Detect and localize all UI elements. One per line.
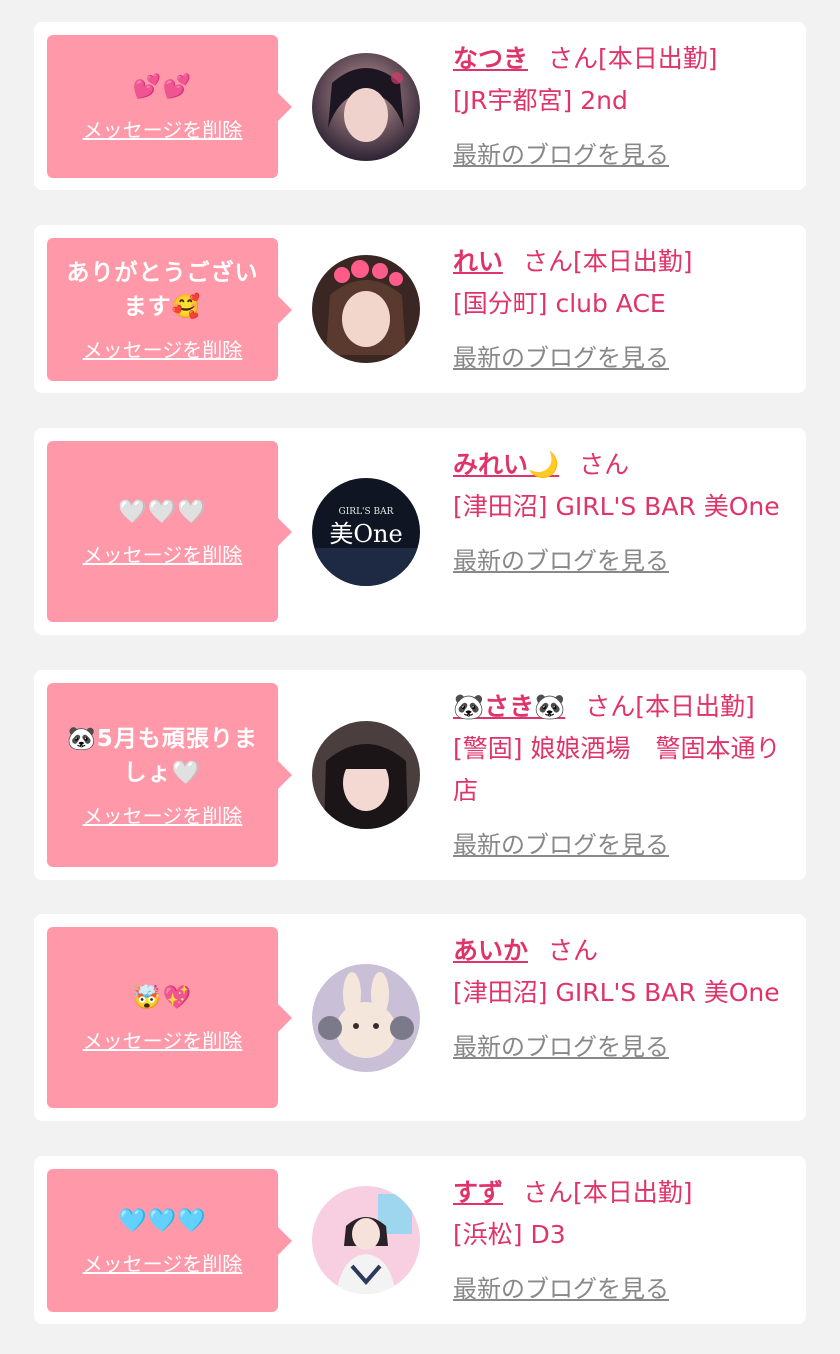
message-bubble: 🐼5月も頑張りましょ🤍 メッセージを削除 bbox=[47, 683, 292, 867]
delete-message-link[interactable]: メッセージを削除 bbox=[83, 1248, 243, 1277]
message-bubble: ありがとうございます🥰 メッセージを削除 bbox=[47, 238, 292, 381]
honorific: さん bbox=[548, 44, 599, 73]
cast-info: あいか さん [津田沼] GIRL'S BAR 美One 最新のブログを見る bbox=[453, 930, 792, 1068]
shop-location: [津田沼] GIRL'S BAR 美One bbox=[453, 492, 780, 521]
message-text: ありがとうございます🥰 bbox=[66, 260, 259, 320]
favorite-card: ありがとうございます🥰 メッセージを削除 れい さん[本日出勤] [国分町] cl… bbox=[34, 225, 806, 393]
cast-info: すず さん[本日出勤] [浜松] D3 最新のブログを見る bbox=[453, 1172, 792, 1310]
shop-location: [警固] 娘娘酒場 警固本通り店 bbox=[453, 734, 781, 805]
cast-name-link[interactable]: 🐼さき🐼 bbox=[453, 692, 565, 721]
avatar[interactable] bbox=[312, 255, 420, 363]
favorite-card: 🐼5月も頑張りましょ🤍 メッセージを削除 🐼さき🐼 さん[本日出勤] [警固] 娘… bbox=[34, 670, 806, 880]
message-text: 💕💕 bbox=[132, 74, 193, 100]
avatar[interactable] bbox=[312, 53, 420, 161]
avatar[interactable]: GIRL'S BAR 美One bbox=[312, 478, 420, 586]
latest-blog-link[interactable]: 最新のブログを見る bbox=[453, 1268, 669, 1310]
name-line: あいか さん bbox=[453, 930, 792, 972]
favorite-card: 🤍🤍🤍 メッセージを削除 GIRL'S BAR 美One みれい🌙 さん [津田沼… bbox=[34, 428, 806, 635]
delete-message-link[interactable]: メッセージを削除 bbox=[83, 334, 243, 363]
delete-message-link[interactable]: メッセージを削除 bbox=[83, 539, 243, 568]
cast-info: 🐼さき🐼 さん[本日出勤] [警固] 娘娘酒場 警固本通り店 最新のブログを見る bbox=[453, 686, 792, 866]
honorific: さん bbox=[523, 1178, 574, 1207]
shop-location: [浜松] D3 bbox=[453, 1220, 566, 1249]
latest-blog-link[interactable]: 最新のブログを見る bbox=[453, 134, 669, 176]
cast-name-link[interactable]: すず bbox=[453, 1178, 503, 1207]
honorific: さん bbox=[585, 692, 636, 721]
message-text: 🤯💖 bbox=[132, 985, 193, 1011]
latest-blog-link[interactable]: 最新のブログを見る bbox=[453, 540, 669, 582]
latest-blog-link[interactable]: 最新のブログを見る bbox=[453, 1026, 669, 1068]
shop-location: [国分町] club ACE bbox=[453, 289, 666, 318]
name-line: なつき さん[本日出勤] bbox=[453, 38, 792, 80]
message-text: 🤍🤍🤍 bbox=[118, 499, 207, 525]
latest-blog-link[interactable]: 最新のブログを見る bbox=[453, 337, 669, 379]
name-line: れい さん[本日出勤] bbox=[453, 241, 792, 283]
shop-location: [津田沼] GIRL'S BAR 美One bbox=[453, 978, 780, 1007]
name-line: みれい🌙 さん bbox=[453, 444, 792, 486]
honorific: さん bbox=[548, 936, 599, 965]
work-status: [本日出勤] bbox=[635, 692, 755, 721]
message-bubble: 🤯💖 メッセージを削除 bbox=[47, 927, 292, 1108]
cast-name-link[interactable]: みれい🌙 bbox=[453, 450, 559, 479]
favorite-card: 🤯💖 メッセージを削除 あいか さん [津田沼] GIRL'S BAR 美One … bbox=[34, 914, 806, 1121]
message-bubble: 🤍🤍🤍 メッセージを削除 bbox=[47, 441, 292, 622]
name-line: すず さん[本日出勤] bbox=[453, 1172, 792, 1214]
cast-info: なつき さん[本日出勤] [JR宇都宮] 2nd 最新のブログを見る bbox=[453, 38, 792, 176]
cast-name-link[interactable]: なつき bbox=[453, 44, 528, 73]
cast-info: れい さん[本日出勤] [国分町] club ACE 最新のブログを見る bbox=[453, 241, 792, 379]
work-status: [本日出勤] bbox=[573, 1178, 693, 1207]
delete-message-link[interactable]: メッセージを削除 bbox=[83, 800, 243, 829]
message-bubble: 🩵🩵🩵 メッセージを削除 bbox=[47, 1169, 292, 1312]
latest-blog-link[interactable]: 最新のブログを見る bbox=[453, 824, 669, 866]
avatar[interactable] bbox=[312, 964, 420, 1072]
logo-small-text: GIRL'S BAR bbox=[339, 507, 394, 517]
favorite-card: 💕💕 メッセージを削除 なつき さん[本日出勤] [JR宇都宮] 2nd 最新のブ… bbox=[34, 22, 806, 190]
logo-big-text: 美One bbox=[329, 520, 402, 548]
message-text: 🐼5月も頑張りましょ🤍 bbox=[67, 725, 258, 786]
cast-name-link[interactable]: れい bbox=[453, 247, 503, 276]
cast-info: みれい🌙 さん [津田沼] GIRL'S BAR 美One 最新のブログを見る bbox=[453, 444, 792, 582]
honorific: さん bbox=[523, 247, 574, 276]
honorific: さん bbox=[579, 450, 630, 479]
message-text: 🩵🩵🩵 bbox=[118, 1208, 207, 1234]
delete-message-link[interactable]: メッセージを削除 bbox=[83, 114, 243, 143]
work-status: [本日出勤] bbox=[573, 247, 693, 276]
favorite-card: 🩵🩵🩵 メッセージを削除 すず さん[本日出勤] [浜松] D3 最新のブログを見… bbox=[34, 1156, 806, 1324]
favorites-list: 💕💕 メッセージを削除 なつき さん[本日出勤] [JR宇都宮] 2nd 最新のブ… bbox=[0, 0, 840, 1354]
work-status: [本日出勤] bbox=[598, 44, 718, 73]
delete-message-link[interactable]: メッセージを削除 bbox=[83, 1025, 243, 1054]
cast-name-link[interactable]: あいか bbox=[453, 936, 528, 965]
avatar[interactable] bbox=[312, 721, 420, 829]
shop-location: [JR宇都宮] 2nd bbox=[453, 86, 628, 115]
message-bubble: 💕💕 メッセージを削除 bbox=[47, 35, 292, 178]
name-line: 🐼さき🐼 さん[本日出勤] bbox=[453, 686, 792, 728]
avatar[interactable] bbox=[312, 1186, 420, 1294]
